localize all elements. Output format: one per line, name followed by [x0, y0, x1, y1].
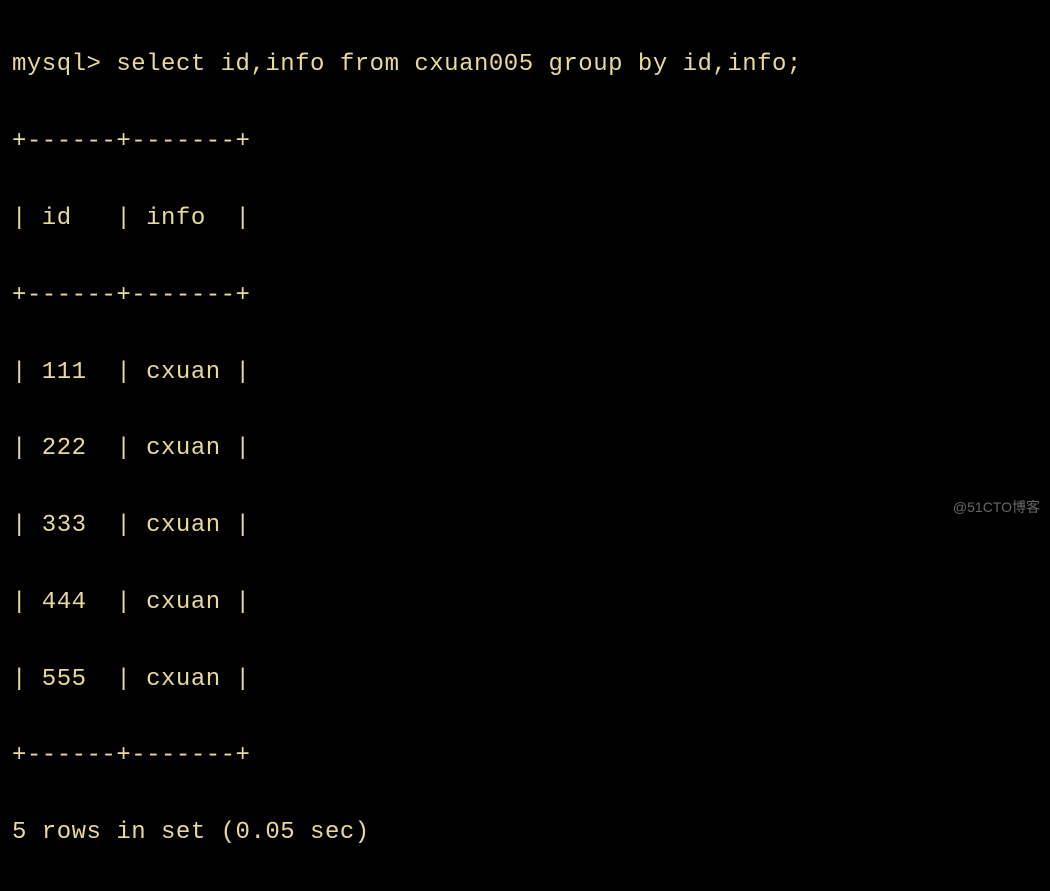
mysql-terminal[interactable]: mysql> select id,info from cxuan005 grou…	[12, 8, 1038, 891]
sql-query: select id,info from cxuan005 group by id…	[116, 51, 802, 78]
table-row: | 555 | cxuan |	[12, 661, 1038, 699]
mysql-prompt: mysql>	[12, 51, 116, 78]
table-row: | 444 | cxuan |	[12, 584, 1038, 622]
table-row: | 333 | cxuan |	[12, 507, 1038, 545]
table-row: | 222 | cxuan |	[12, 430, 1038, 468]
table-border-bottom: +------+-------+	[12, 737, 1038, 775]
table-border-top: +------+-------+	[12, 123, 1038, 161]
prompt-line: mysql> select id,info from cxuan005 grou…	[12, 46, 1038, 84]
table-header: | id | info |	[12, 200, 1038, 238]
table-border-mid: +------+-------+	[12, 277, 1038, 315]
result-summary: 5 rows in set (0.05 sec)	[12, 814, 1038, 852]
table-row: | 111 | cxuan |	[12, 354, 1038, 392]
watermark: @51CTO博客	[953, 496, 1040, 518]
